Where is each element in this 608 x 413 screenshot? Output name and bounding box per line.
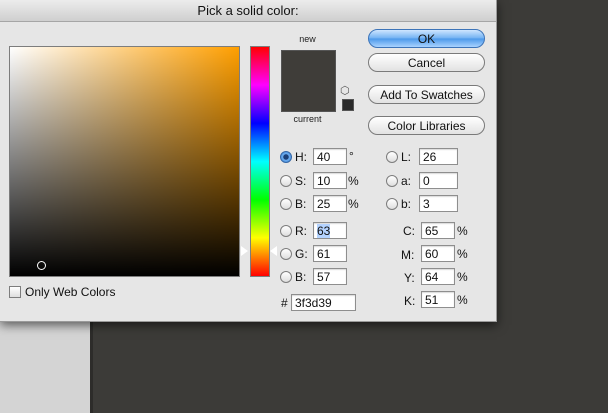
hue-slider[interactable] xyxy=(250,46,270,277)
background-shadow xyxy=(90,320,93,413)
saturation-input[interactable]: 10 xyxy=(313,172,347,189)
magenta-input[interactable]: 60 xyxy=(421,245,455,262)
new-color-label: new xyxy=(299,34,316,44)
brightness-label: B: xyxy=(295,197,307,211)
saturation-radio[interactable] xyxy=(280,175,292,187)
a-channel-radio[interactable] xyxy=(386,175,398,187)
red-label: R: xyxy=(295,224,307,238)
blue-input[interactable]: 57 xyxy=(313,268,347,285)
hex-input[interactable]: 3f3d39 xyxy=(291,294,356,311)
b-channel-input[interactable]: 3 xyxy=(419,195,458,212)
a-channel-input[interactable]: 0 xyxy=(419,172,458,189)
a-channel-label: a: xyxy=(401,174,412,188)
lightness-input[interactable]: 26 xyxy=(419,148,458,165)
web-safe-color-swatch[interactable] xyxy=(342,99,354,111)
yellow-label: Y: xyxy=(404,271,415,285)
magenta-label: M: xyxy=(401,248,415,262)
new-color-swatch xyxy=(281,50,336,82)
hue-slider-left-arrow-icon[interactable] xyxy=(241,246,248,256)
green-radio[interactable] xyxy=(280,248,292,260)
magenta-unit: % xyxy=(457,247,468,261)
cyan-unit: % xyxy=(457,224,468,238)
lightness-label: L: xyxy=(401,150,412,164)
hue-label: H: xyxy=(295,150,307,164)
yellow-unit: % xyxy=(457,270,468,284)
black-unit: % xyxy=(457,293,468,307)
lightness-radio[interactable] xyxy=(386,151,398,163)
green-label: G: xyxy=(295,247,308,261)
blue-radio[interactable] xyxy=(280,271,292,283)
brightness-radio[interactable] xyxy=(280,198,292,210)
background-panel xyxy=(0,320,90,413)
brightness-input[interactable]: 25 xyxy=(313,195,347,212)
yellow-input[interactable]: 64 xyxy=(421,268,455,285)
hex-label: # xyxy=(281,296,288,310)
red-input[interactable]: 63 xyxy=(313,222,347,239)
hue-slider-right-arrow-icon[interactable] xyxy=(270,246,277,256)
cyan-label: C: xyxy=(403,224,415,238)
saturation-unit: % xyxy=(348,174,359,188)
black-label: K: xyxy=(404,294,416,308)
current-color-label: current xyxy=(293,114,322,124)
color-field-cursor[interactable] xyxy=(37,261,46,270)
cyan-input[interactable]: 65 xyxy=(421,222,455,239)
hue-radio[interactable] xyxy=(280,151,292,163)
current-color-swatch[interactable] xyxy=(281,81,336,112)
blue-label: B: xyxy=(295,270,307,284)
hue-unit: ° xyxy=(349,149,354,163)
b-channel-label: b: xyxy=(401,197,412,211)
only-web-colors-checkbox[interactable] xyxy=(9,286,21,298)
b-channel-radio[interactable] xyxy=(386,198,398,210)
black-input[interactable]: 51 xyxy=(421,291,455,308)
add-to-swatches-button[interactable]: Add To Swatches xyxy=(368,85,485,104)
color-field[interactable] xyxy=(9,46,240,277)
color-picker-dialog: Pick a solid color: new current ⬡ OK Can… xyxy=(0,0,497,322)
ok-button[interactable]: OK xyxy=(368,29,485,48)
color-libraries-button[interactable]: Color Libraries xyxy=(368,116,485,135)
red-radio[interactable] xyxy=(280,225,292,237)
green-input[interactable]: 61 xyxy=(313,245,347,262)
brightness-unit: % xyxy=(348,197,359,211)
dialog-title: Pick a solid color: xyxy=(0,0,496,22)
web-safe-cube-icon[interactable]: ⬡ xyxy=(340,85,352,97)
cancel-button[interactable]: Cancel xyxy=(368,53,485,72)
only-web-colors-label: Only Web Colors xyxy=(25,285,116,299)
saturation-label: S: xyxy=(295,174,307,188)
hue-input[interactable]: 40 xyxy=(313,148,347,165)
